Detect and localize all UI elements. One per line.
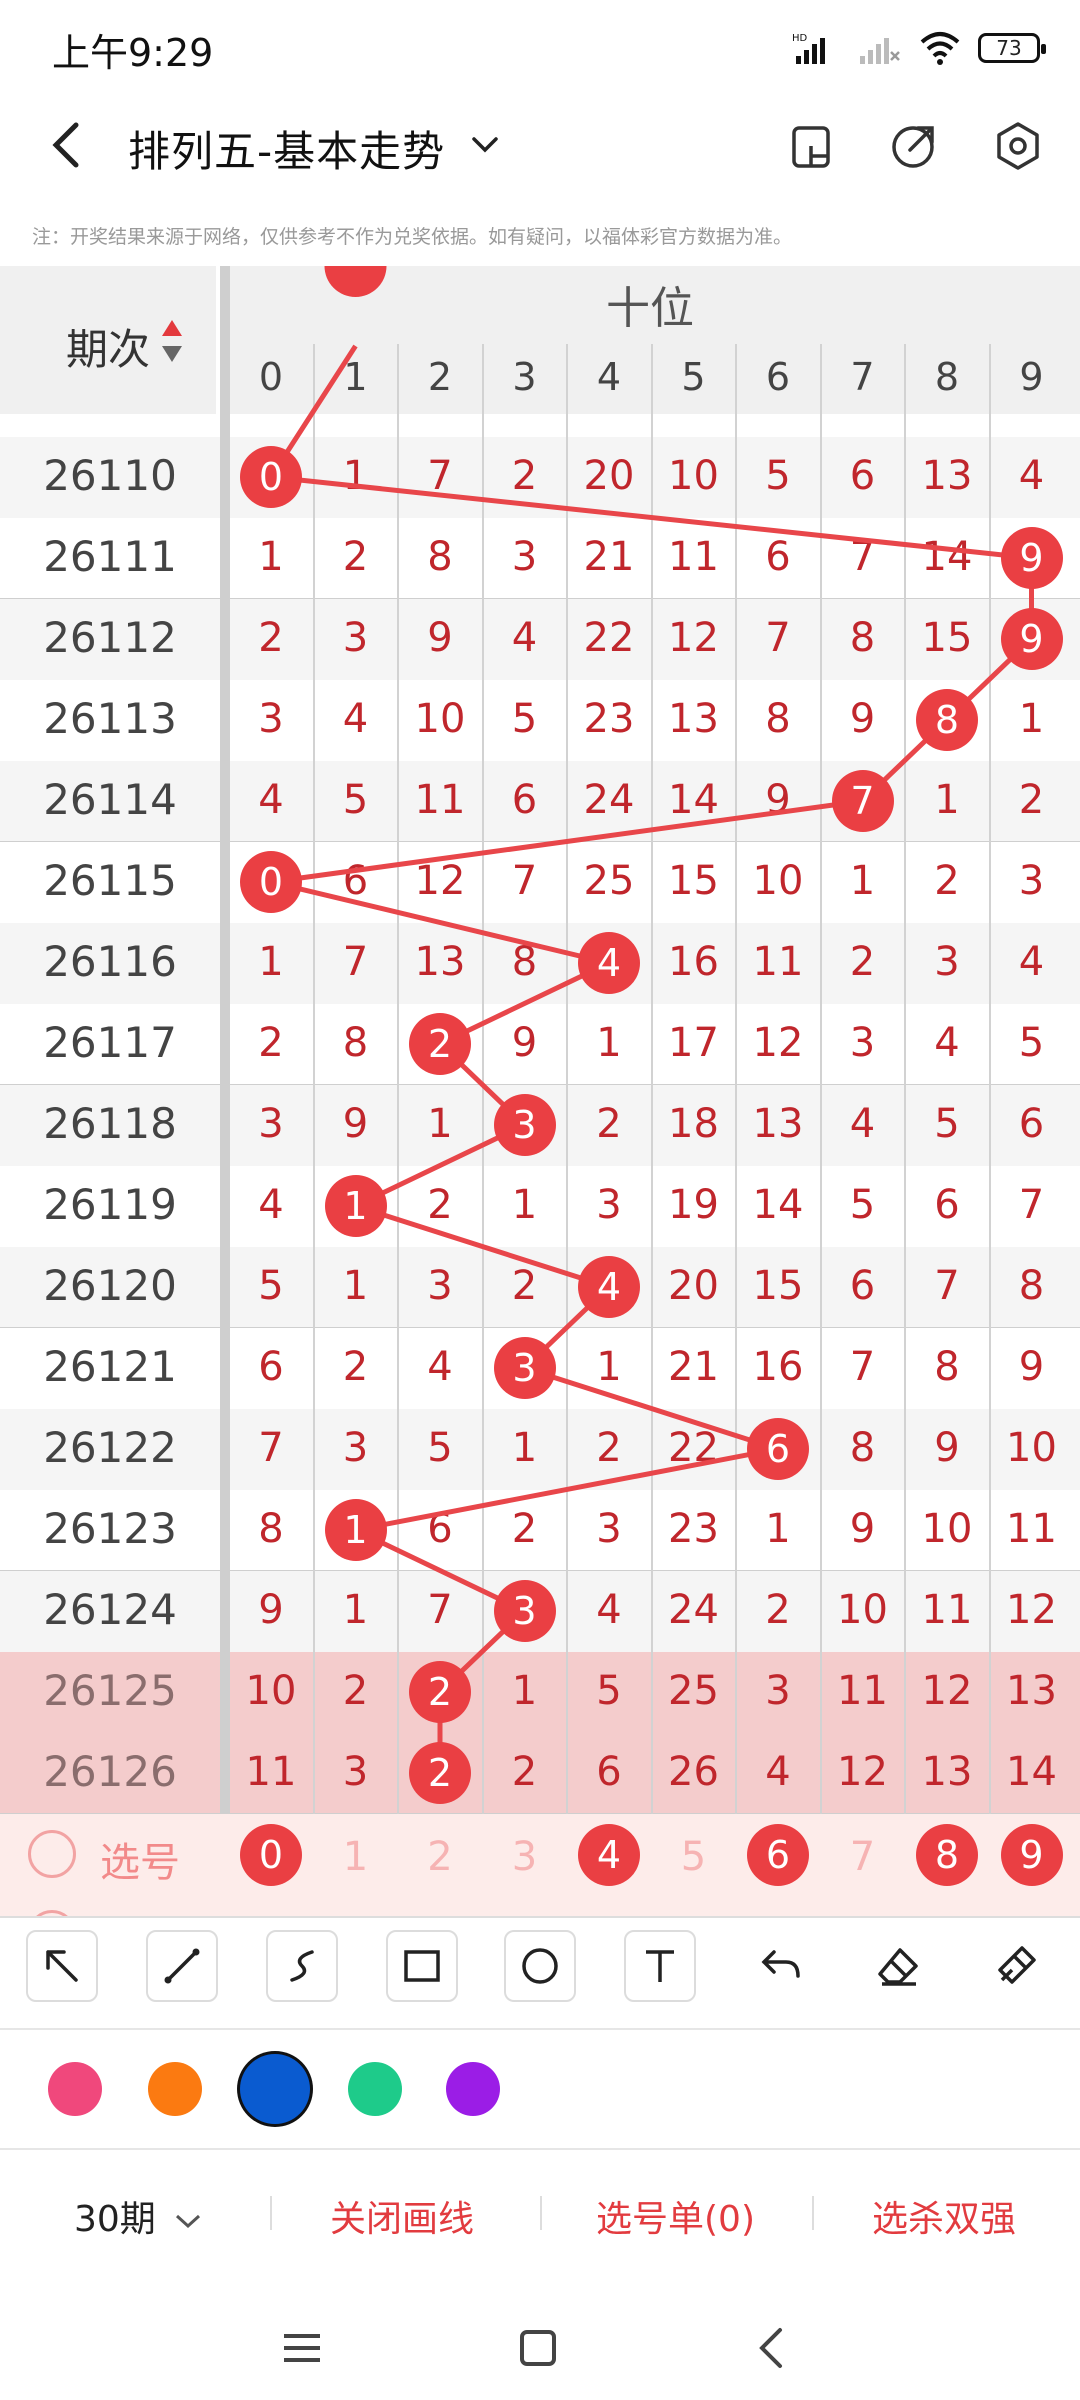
status-time: 上午9:29 — [52, 31, 214, 75]
period-select-label: 30期 — [74, 2199, 156, 2240]
page-title[interactable]: 排列五-基本走势 — [128, 118, 445, 179]
disclaimer: 注：开奖结果来源于网络，仅供参考不作为兑奖依据。如有疑问，以福体彩官方数据为准。 — [32, 226, 793, 248]
back-icon[interactable] — [40, 115, 90, 175]
color-swatch[interactable] — [348, 2062, 402, 2116]
share-icon[interactable] — [886, 118, 942, 174]
select-number-4[interactable]: 4 — [578, 1824, 640, 1886]
color-swatch[interactable] — [148, 2062, 202, 2116]
select-number-1[interactable]: 1 — [314, 1834, 398, 1880]
select-number-7[interactable]: 7 — [821, 1834, 905, 1880]
select-number-3[interactable]: 3 — [483, 1834, 567, 1880]
undo-icon — [761, 1950, 800, 1978]
signal-icon: HD — [792, 33, 825, 64]
selection-list-button[interactable]: 选号单(0) — [596, 2190, 755, 2242]
eraser-button[interactable] — [862, 1930, 934, 2002]
svg-text:HD: HD — [792, 33, 808, 44]
hit-ball: 1 — [324, 1499, 387, 1561]
circle-icon — [522, 1948, 558, 1984]
color-swatch[interactable] — [240, 2054, 310, 2124]
hit-ball: 3 — [493, 1337, 556, 1399]
arrow-tool[interactable] — [26, 1930, 98, 2002]
settings-icon[interactable] — [990, 118, 1046, 174]
select-number-0[interactable]: 0 — [240, 1824, 302, 1886]
select-number-9[interactable]: 9 — [1000, 1824, 1063, 1886]
rectangle-icon — [404, 1950, 440, 1982]
select-all-checkbox[interactable] — [28, 1830, 76, 1878]
color-swatch[interactable] — [48, 2062, 102, 2116]
curve-tool[interactable] — [266, 1930, 338, 2002]
hit-ball: 7 — [831, 770, 894, 832]
select-number-5[interactable]: 5 — [652, 1834, 736, 1880]
status-icons: HD 73 — [792, 28, 1046, 68]
hit-ball: 3 — [493, 1094, 556, 1156]
filter-button[interactable]: 选杀双强 — [872, 2190, 1016, 2242]
period-select[interactable]: 30期 — [74, 2190, 203, 2242]
layout-toggle-icon[interactable] — [784, 118, 840, 174]
trend-table: 26110 1 7 2 20 10 5 6 13 4 26111 1 2 8 3 21 11 6 7 14 26112 2… — [0, 266, 1080, 1916]
close-lines-button[interactable]: 关闭画线 — [330, 2190, 474, 2242]
arrow-icon — [46, 1950, 78, 1982]
hit-ball: 0 — [240, 446, 302, 508]
text-icon — [646, 1950, 674, 1982]
select-number-6[interactable]: 6 — [747, 1824, 809, 1886]
hit-ball: 6 — [747, 1418, 809, 1480]
hit-ball: 4 — [578, 1256, 640, 1318]
hit-ball: 2 — [409, 1661, 471, 1723]
battery-icon: 73 — [978, 33, 1046, 63]
hit-ball: 4 — [578, 932, 640, 994]
hit-ball: 1 — [324, 1175, 387, 1237]
clear-icon — [998, 1946, 1036, 1984]
home-icon[interactable] — [508, 2318, 568, 2378]
hit-ball: 0 — [240, 851, 302, 913]
trend-polyline — [266, 344, 1034, 1773]
back-nav-icon[interactable] — [742, 2318, 802, 2378]
wifi-icon — [920, 32, 960, 65]
select-label: 选号 — [100, 1840, 180, 1886]
clear-button[interactable] — [980, 1930, 1052, 2002]
menu-icon[interactable] — [272, 2318, 332, 2378]
curve-icon — [290, 1950, 314, 1982]
chevron-down-icon[interactable] — [470, 130, 500, 160]
separator — [812, 2196, 814, 2230]
color-swatch[interactable] — [446, 2062, 500, 2116]
separator — [270, 2196, 272, 2230]
hit-ball: 9 — [1000, 527, 1063, 589]
chevron-down-icon — [176, 2214, 201, 2229]
ball-partial — [324, 266, 387, 297]
hit-ball: 3 — [493, 1580, 556, 1642]
line-icon — [164, 1948, 200, 1984]
hit-ball: 2 — [409, 1742, 471, 1804]
circle-tool[interactable] — [504, 1930, 576, 2002]
select-number-2[interactable]: 2 — [398, 1834, 482, 1880]
signal-weak-icon — [860, 38, 900, 64]
battery-level: 73 — [996, 36, 1022, 60]
select-number-8[interactable]: 8 — [916, 1824, 978, 1886]
rectangle-tool[interactable] — [386, 1930, 458, 2002]
hit-ball: 2 — [409, 1013, 471, 1075]
trend-line — [266, 266, 1034, 1773]
line-tool[interactable] — [146, 1930, 218, 2002]
hit-ball: 8 — [916, 689, 978, 751]
eraser-icon — [878, 1948, 918, 1986]
text-tool[interactable] — [624, 1930, 696, 2002]
hit-ball: 9 — [1000, 608, 1063, 670]
undo-button[interactable] — [744, 1930, 816, 2002]
separator — [540, 2196, 542, 2230]
